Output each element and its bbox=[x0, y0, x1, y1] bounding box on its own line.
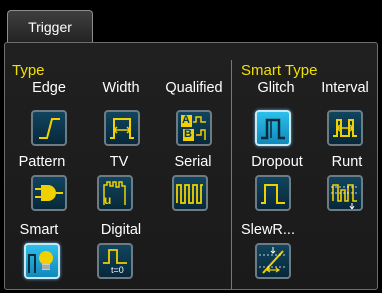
interval-trigger-button[interactable] bbox=[327, 110, 363, 146]
label-pattern: Pattern bbox=[18, 154, 66, 170]
width-trigger-button[interactable] bbox=[104, 110, 140, 146]
digital-t0-text: t=0 bbox=[111, 265, 124, 275]
qualified-a-letter: A bbox=[182, 114, 190, 126]
qualified-trigger-button[interactable]: A B bbox=[176, 110, 212, 146]
label-runt: Runt bbox=[331, 154, 363, 170]
glitch-icon bbox=[261, 118, 285, 140]
label-interval: Interval bbox=[321, 80, 369, 96]
label-tv: TV bbox=[109, 154, 129, 170]
and-gate-icon bbox=[35, 185, 63, 201]
tab-trigger[interactable]: Trigger bbox=[7, 10, 93, 43]
section-title-type: Type bbox=[12, 62, 45, 79]
tv-trigger-button[interactable]: u bbox=[97, 175, 133, 211]
label-glitch: Glitch bbox=[257, 80, 295, 96]
dropout-icon bbox=[261, 184, 285, 204]
label-dropout: Dropout bbox=[251, 154, 303, 170]
label-slewrate: SlewR... bbox=[241, 222, 295, 238]
section-divider bbox=[231, 60, 232, 289]
interval-icon bbox=[333, 119, 357, 137]
tv-u-letter: u bbox=[104, 193, 112, 207]
smart-trigger-button[interactable] bbox=[24, 243, 60, 279]
slewrate-trigger-button[interactable] bbox=[255, 243, 291, 279]
label-edge: Edge bbox=[32, 80, 66, 96]
dropout-trigger-button[interactable] bbox=[255, 175, 291, 211]
smart-bulb-icon bbox=[28, 251, 53, 273]
label-smart: Smart bbox=[19, 222, 59, 238]
section-title-smart-type: Smart Type bbox=[241, 62, 318, 79]
pattern-trigger-button[interactable] bbox=[31, 175, 67, 211]
slew-rate-icon bbox=[259, 247, 287, 274]
edge-trigger-button[interactable] bbox=[31, 110, 67, 146]
label-qualified: Qualified bbox=[165, 80, 223, 96]
qualified-b-letter: B bbox=[184, 128, 192, 140]
serial-trigger-button[interactable] bbox=[172, 175, 208, 211]
glitch-trigger-button[interactable] bbox=[255, 110, 291, 146]
serial-data-icon bbox=[176, 184, 203, 204]
label-digital: Digital bbox=[100, 222, 142, 238]
label-width: Width bbox=[102, 80, 140, 96]
label-serial: Serial bbox=[174, 154, 212, 170]
runt-trigger-button[interactable] bbox=[327, 175, 363, 211]
runt-icon bbox=[331, 184, 359, 209]
digital-trigger-button[interactable]: t=0 bbox=[97, 243, 133, 279]
rising-edge-icon bbox=[39, 118, 60, 139]
pulse-width-icon bbox=[110, 118, 134, 139]
